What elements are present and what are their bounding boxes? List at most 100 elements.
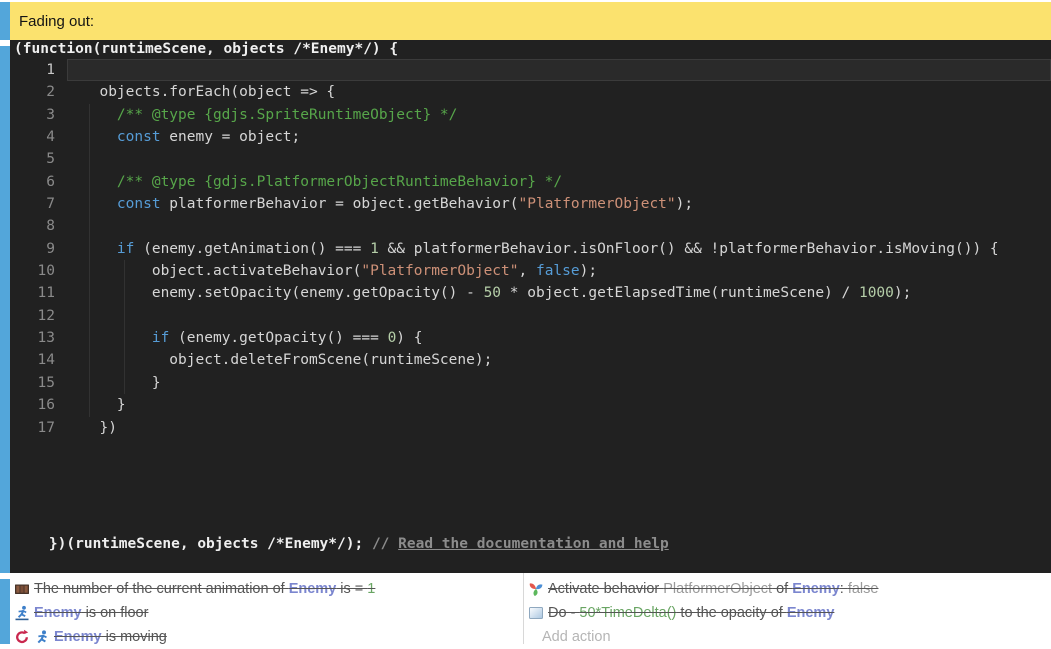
code-line[interactable]: 2 objects.forEach(object => { xyxy=(10,81,1051,103)
action-row[interactable]: Do - 50*TimeDelta() to the opacity of En… xyxy=(524,601,1051,625)
action-text-part: 50*TimeDelta() xyxy=(579,605,676,621)
comment-event-drag-handle[interactable] xyxy=(0,2,10,40)
condition-row[interactable]: The number of the current animation of E… xyxy=(10,577,523,601)
code-line[interactable]: 6 /** @type {gdjs.PlatformerObjectRuntim… xyxy=(10,171,1051,193)
code-line-content: const platformerBehavior = object.getBeh… xyxy=(67,193,1051,215)
standard-event-drag-handle[interactable] xyxy=(0,579,10,644)
code-line[interactable]: 8 xyxy=(10,215,1051,237)
code-line-content: /** @type {gdjs.SpriteRuntimeObject} */ xyxy=(67,104,1051,126)
code-line[interactable]: 14 object.deleteFromScene(runtimeScene); xyxy=(10,349,1051,371)
code-line[interactable]: 12 xyxy=(10,305,1051,327)
code-line[interactable]: 1 xyxy=(10,59,1051,81)
action-text-part: : xyxy=(840,581,848,597)
code-token: }) xyxy=(82,420,117,436)
code-line[interactable]: 9 if (enemy.getAnimation() === 1 && plat… xyxy=(10,238,1051,260)
add-action-button[interactable]: Add action xyxy=(524,625,1051,649)
code-token xyxy=(82,241,117,257)
action-text-part: Enemy xyxy=(792,581,840,597)
runner-icon xyxy=(34,629,50,645)
condition-text-part: is on floor xyxy=(82,605,149,621)
code-token: (enemy.getAnimation() === xyxy=(134,241,370,257)
code-line[interactable]: 13 if (enemy.getOpacity() === 0) { xyxy=(10,327,1051,349)
code-token: /** @type {gdjs.SpriteRuntimeObject} */ xyxy=(117,107,457,123)
code-line-content xyxy=(67,215,1051,237)
line-number: 15 xyxy=(10,372,67,394)
code-token: const xyxy=(117,196,161,212)
code-token: && platformerBehavior.isOnFloor() && !pl… xyxy=(379,241,999,257)
code-line[interactable]: 4 const enemy = object; xyxy=(10,126,1051,148)
line-number: 6 xyxy=(10,171,67,193)
condition-text: The number of the current animation of E… xyxy=(34,581,375,597)
condition-text: Enemy is on floor xyxy=(34,605,148,621)
code-line[interactable]: 11 enemy.setOpacity(enemy.getOpacity() -… xyxy=(10,282,1051,304)
code-token xyxy=(82,107,117,123)
action-row[interactable]: Activate behavior PlatformerObject of En… xyxy=(524,577,1051,601)
code-line[interactable]: 3 /** @type {gdjs.SpriteRuntimeObject} *… xyxy=(10,104,1051,126)
line-number: 13 xyxy=(10,327,67,349)
line-number: 12 xyxy=(10,305,67,327)
code-line-content: /** @type {gdjs.PlatformerObjectRuntimeB… xyxy=(67,171,1051,193)
comment-event[interactable]: Fading out: xyxy=(10,2,1051,40)
code-line-content: } xyxy=(67,372,1051,394)
line-number: 7 xyxy=(10,193,67,215)
code-line-content: }) xyxy=(67,417,1051,439)
code-token: 1 xyxy=(370,241,379,257)
line-number: 2 xyxy=(10,81,67,103)
code-token: 0 xyxy=(388,330,397,346)
line-number: 5 xyxy=(10,148,67,170)
code-token: 1000 xyxy=(859,285,894,301)
code-token: 50 xyxy=(484,285,501,301)
code-line-content xyxy=(67,148,1051,170)
line-number: 16 xyxy=(10,394,67,416)
opacity-icon xyxy=(528,605,544,621)
code-line[interactable]: 7 const platformerBehavior = object.getB… xyxy=(10,193,1051,215)
code-token xyxy=(82,129,117,145)
animation-frames-icon xyxy=(14,581,30,597)
code-line[interactable]: 10 object.activateBehavior("PlatformerOb… xyxy=(10,260,1051,282)
condition-text-part: Enemy xyxy=(289,581,337,597)
condition-row[interactable]: Enemy is moving xyxy=(10,625,523,649)
code-footer-text: })(runtimeScene, objects /*Enemy*/); xyxy=(49,536,372,552)
code-token: false xyxy=(536,263,580,279)
indent-guide xyxy=(89,104,90,417)
code-token: ); xyxy=(580,263,597,279)
documentation-link[interactable]: Read the documentation and help xyxy=(398,536,669,552)
action-text: Do - 50*TimeDelta() to the opacity of En… xyxy=(548,605,834,621)
line-number: 3 xyxy=(10,104,67,126)
code-line-content: if (enemy.getAnimation() === 1 && platfo… xyxy=(67,238,1051,260)
condition-text: Enemy is moving xyxy=(54,629,167,645)
code-token: object.deleteFromScene(runtimeScene); xyxy=(82,352,492,368)
code-token: , xyxy=(519,263,536,279)
code-line[interactable]: 5 xyxy=(10,148,1051,170)
code-token: objects.forEach(object => { xyxy=(82,84,335,100)
condition-row[interactable]: Enemy is on floor xyxy=(10,601,523,625)
code-event-drag-handle[interactable] xyxy=(0,46,10,573)
behavior-pinwheel-icon xyxy=(528,581,544,597)
line-number: 11 xyxy=(10,282,67,304)
code-line-content: object.deleteFromScene(runtimeScene); xyxy=(67,349,1051,371)
code-line[interactable]: 16 } xyxy=(10,394,1051,416)
code-editor[interactable]: 12 objects.forEach(object => {3 /** @typ… xyxy=(10,59,1051,439)
code-line[interactable]: 17 }) xyxy=(10,417,1051,439)
code-token: ); xyxy=(676,196,693,212)
javascript-code-event[interactable]: (function(runtimeScene, objects /*Enemy*… xyxy=(10,40,1051,573)
code-line[interactable]: 15 } xyxy=(10,372,1051,394)
code-token: "PlatformerObject" xyxy=(361,263,518,279)
line-number: 4 xyxy=(10,126,67,148)
code-token: enemy.setOpacity(enemy.getOpacity() - xyxy=(82,285,484,301)
line-number: 9 xyxy=(10,238,67,260)
line-number: 1 xyxy=(10,59,67,81)
code-token: if xyxy=(152,330,169,346)
code-line-content: object.activateBehavior("PlatformerObjec… xyxy=(67,260,1051,282)
code-token: } xyxy=(82,375,161,391)
code-line-content xyxy=(67,59,1051,81)
conditions-actions-event: The number of the current animation of E… xyxy=(10,573,1051,644)
condition-text-part: is = xyxy=(336,581,367,597)
action-text-part: Do - xyxy=(548,605,579,621)
code-line-content: } xyxy=(67,394,1051,416)
action-text-part: to the opacity of xyxy=(676,605,786,621)
code-line-content: objects.forEach(object => { xyxy=(67,81,1051,103)
code-token: (enemy.getOpacity() === xyxy=(169,330,387,346)
invert-condition-icon xyxy=(14,629,30,645)
action-text-part: PlatformerObject xyxy=(663,581,772,597)
